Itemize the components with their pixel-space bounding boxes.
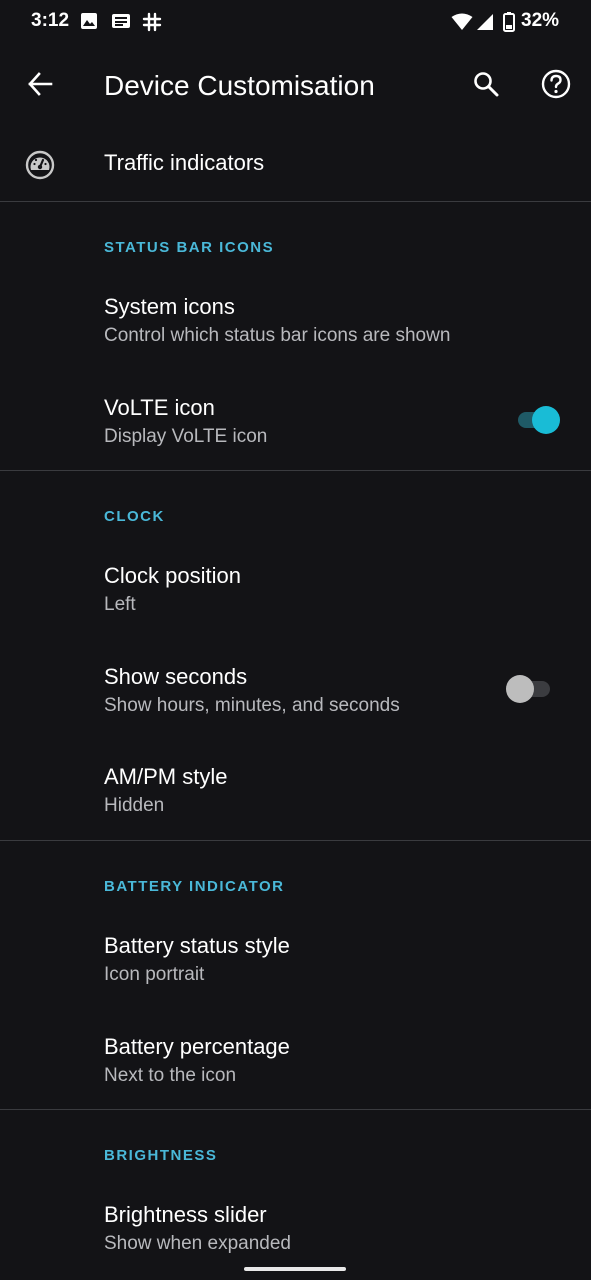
divider [0, 840, 591, 841]
system-icons-title: System icons [104, 294, 235, 319]
back-button[interactable] [16, 62, 64, 110]
ampm-style-title: AM/PM style [104, 764, 228, 789]
page-title: Device Customisation [104, 70, 375, 101]
toggle-thumb [532, 406, 560, 434]
battery-percent: 32% [521, 10, 560, 31]
show-seconds-title: Show seconds [104, 664, 248, 689]
battery-percentage-title: Battery percentage [104, 1034, 290, 1059]
wifi-icon [451, 13, 473, 36]
divider [0, 1109, 591, 1110]
clock-position-summary: Left [104, 594, 136, 615]
divider [0, 470, 591, 471]
arrow-back-icon [27, 71, 53, 102]
battery-icon [503, 12, 515, 37]
battery-percentage-summary: Next to the icon [104, 1065, 237, 1086]
status-time: 3:12 [31, 10, 70, 31]
system-icons-item[interactable]: System icons Control which status bar ic… [0, 280, 591, 380]
image-icon [80, 12, 98, 35]
show-seconds-toggle[interactable] [506, 671, 554, 705]
slack-icon [142, 12, 162, 37]
category-status-bar-icons: STATUS BAR ICONS [104, 239, 275, 256]
brightness-slider-summary: Show when expanded [104, 1233, 291, 1254]
show-seconds-summary: Show hours, minutes, and seconds [104, 695, 400, 716]
battery-status-style-item[interactable]: Battery status style Icon portrait [0, 919, 591, 1019]
system-icons-summary: Control which status bar icons are shown [104, 325, 451, 346]
news-icon [111, 12, 131, 35]
traffic-indicators-item[interactable]: Traffic indicators [0, 128, 591, 201]
status-bar: 3:12 32% [0, 0, 591, 46]
ampm-style-summary: Hidden [104, 795, 165, 816]
volte-toggle[interactable] [514, 402, 562, 436]
category-brightness: BRIGHTNESS [104, 1147, 218, 1164]
help-icon [541, 69, 571, 104]
divider [0, 201, 591, 202]
volte-icon-title: VoLTE icon [104, 395, 215, 420]
category-clock: CLOCK [104, 508, 165, 525]
battery-percentage-item[interactable]: Battery percentage Next to the icon [0, 1020, 591, 1120]
show-seconds-item[interactable]: Show seconds Show hours, minutes, and se… [0, 650, 591, 750]
battery-status-style-summary: Icon portrait [104, 964, 205, 985]
signal-icon [476, 13, 494, 36]
volte-icon-item[interactable]: VoLTE icon Display VoLTE icon [0, 381, 591, 481]
gesture-navigation-bar[interactable] [244, 1267, 346, 1271]
search-icon [473, 71, 499, 102]
traffic-indicators-title: Traffic indicators [104, 150, 265, 175]
clock-position-item[interactable]: Clock position Left [0, 549, 591, 649]
search-button[interactable] [462, 62, 510, 110]
help-button[interactable] [532, 62, 580, 110]
battery-status-style-title: Battery status style [104, 933, 290, 958]
app-bar: Device Customisation [0, 46, 591, 128]
toggle-thumb [506, 675, 534, 703]
volte-icon-summary: Display VoLTE icon [104, 426, 268, 447]
brightness-slider-item[interactable]: Brightness slider Show when expanded [0, 1188, 591, 1268]
category-battery-indicator: BATTERY INDICATOR [104, 878, 285, 895]
brightness-slider-title: Brightness slider [104, 1202, 267, 1227]
speedometer-icon [24, 149, 56, 186]
ampm-style-item[interactable]: AM/PM style Hidden [0, 750, 591, 850]
clock-position-title: Clock position [104, 563, 241, 588]
